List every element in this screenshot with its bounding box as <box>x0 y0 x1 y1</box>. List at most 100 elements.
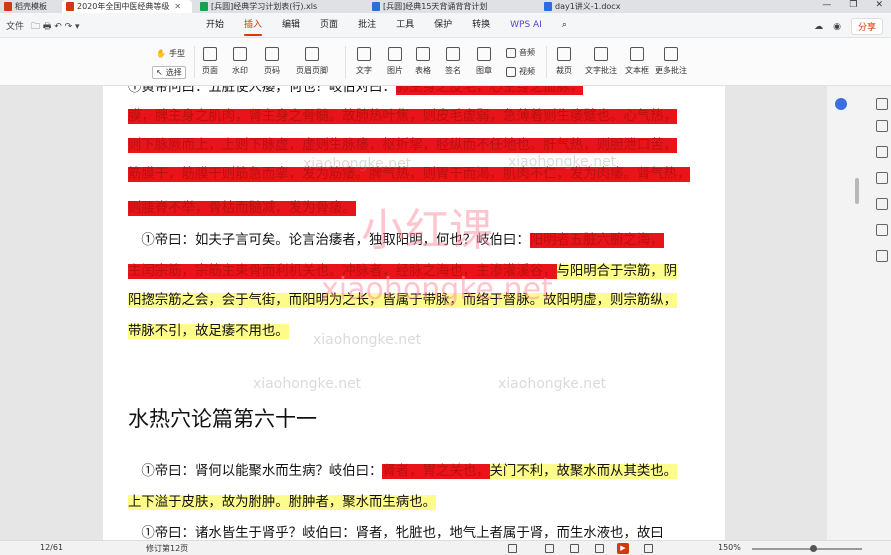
document-line[interactable]: 膜，脾主身之肌肉，肾主身之骨髓。故肺热叶焦，则皮毛虚弱，急薄着则生痿躄也。心气热… <box>128 106 708 128</box>
text-button[interactable]: 文字 <box>356 38 372 86</box>
red-highlight-text: 则下脉厥而上，上则下脉虚，虚则生脉痿，枢折挈，胫纵而不任地也。肝气热，则胆泄口苦… <box>128 138 678 153</box>
close-icon[interactable]: ✕ <box>174 1 181 12</box>
word-icon <box>544 2 552 11</box>
crop-page-button[interactable]: 裁页 <box>556 38 572 86</box>
video-button[interactable]: 视频 <box>506 66 535 77</box>
tab-0[interactable]: 稻壳模板 <box>0 0 58 13</box>
menu-insert[interactable]: 插入 <box>234 13 272 38</box>
assistant-icon[interactable] <box>835 98 847 110</box>
separator <box>194 46 195 78</box>
document-line[interactable]: 筋膜干，筋膜干则筋急而挛，发为筋痿。脾气热，则胃干而渴，肌肉不仁，发为肉痿。肾气… <box>128 164 708 186</box>
text-annotation-button[interactable]: 文字批注 <box>585 38 617 86</box>
image-button[interactable]: 图片 <box>387 38 403 86</box>
menu-edit[interactable]: 编辑 <box>272 13 310 38</box>
hand-tool[interactable]: ✋ 手型 <box>156 48 185 59</box>
menu-page[interactable]: 页面 <box>310 13 348 38</box>
page-button[interactable]: 页面 <box>202 38 218 86</box>
search-icon[interactable]: ⌕ <box>552 13 577 38</box>
textbox-button[interactable]: 文本框 <box>625 38 649 86</box>
table-button[interactable]: 表格 <box>415 38 431 86</box>
watermark-button[interactable]: 水印 <box>232 38 248 86</box>
yellow-highlight-text: 上下溢于皮肤，故为胕肿。胕肿者，聚水而生病也。 <box>128 495 436 510</box>
adjust-icon[interactable] <box>876 172 888 184</box>
document-line[interactable]: 主闰宗筋，宗筋主束骨而利机关也。冲脉者，经脉之海也，主渗灌溪谷，与阳明合于宗筋，… <box>128 261 708 283</box>
close-button[interactable]: ✕ <box>875 0 883 10</box>
layers-icon[interactable] <box>876 198 888 210</box>
spreadsheet-icon <box>200 2 208 11</box>
yellow-highlight-text: 与阳明合于宗筋，阴 <box>556 264 678 279</box>
menu-protect[interactable]: 保护 <box>424 13 462 38</box>
crop-label: 裁页 <box>556 66 572 75</box>
fullscreen-icon[interactable] <box>644 544 653 553</box>
document-page[interactable]: ①黄帝问曰：五脏使人痿，何也？岐伯对曰：肺主身之皮毛，心主身之血脉， 膜，脾主身之… <box>103 86 725 540</box>
document-line[interactable]: ①帝曰：诸水皆生于肾乎？岐伯曰：肾者，牝脏也，地气上者属于肾，而生水液也，故曰 <box>128 523 708 540</box>
tab-1[interactable]: 2020年全国中医经典等级 ✕ <box>62 0 192 13</box>
menu-wps-ai[interactable]: WPS AI <box>500 13 552 38</box>
audio-label: 音频 <box>519 48 535 57</box>
menu-annotate[interactable]: 批注 <box>348 13 386 38</box>
document-line[interactable]: ①帝曰：如夫子言可矣。论言治痿者，独取阳明，何也？岐伯曰：阳明者五脏六腑之海， <box>128 230 708 252</box>
single-page-icon[interactable] <box>545 544 554 553</box>
document-line[interactable]: 则腰脊不举，骨枯而髓减，发为骨痿。 <box>128 198 708 220</box>
document-line[interactable]: 阳揔宗筋之会，会于气街，而阳明为之长，皆属于带脉，而络于督脉。故阳明虚，则宗筋纵… <box>128 290 708 312</box>
file-menu[interactable]: 文件 <box>6 19 24 35</box>
menu-home[interactable]: 开始 <box>196 13 234 38</box>
revision-indicator: 修订第12页 <box>146 544 189 553</box>
menu-convert[interactable]: 转换 <box>462 13 500 38</box>
zoom-slider-handle[interactable] <box>809 545 817 552</box>
yellow-highlight-text: 阳揔宗筋之会，会于气街，而阳明为之长，皆属于带脉，而络于督脉。故阳明虚，则宗筋纵… <box>128 293 678 308</box>
document-line[interactable]: 则下脉厥而上，上则下脉虚，虚则生脉痿，枢折挈，胫纵而不任地也。肝气热，则胆泄口苦… <box>128 135 708 157</box>
pdf-icon <box>66 2 74 11</box>
tab-3[interactable]: [兵圆]经典15天背诵背背计划 <box>368 0 518 13</box>
document-line[interactable]: ①黄帝问曰：五脏使人痿，何也？岐伯对曰：肺主身之皮毛，心主身之血脉， <box>128 86 708 99</box>
red-highlight-text: 主闰宗筋，宗筋主束骨而利机关也。冲脉者，经脉之海也，主渗灌溪谷， <box>128 264 557 279</box>
plain-text: ①帝曰：如夫子言可矣。论言治痿者，独取阳明，何也？岐伯曰： <box>128 233 530 248</box>
text-label: 文字 <box>356 66 372 75</box>
avatar[interactable]: ◉ <box>833 22 841 32</box>
format-icon[interactable] <box>876 146 888 158</box>
stamp-button[interactable]: 图章 <box>476 38 492 86</box>
cursor-icon: ↖ <box>156 68 163 77</box>
page-indicator[interactable]: 12/61 <box>40 543 63 552</box>
zoom-slider[interactable] <box>752 548 862 550</box>
settings-icon[interactable] <box>876 98 888 110</box>
quick-access-icons[interactable]: 🗀 🖶 ↶ ↷ ▾ <box>31 19 80 35</box>
book-icon[interactable] <box>595 544 604 553</box>
share-button[interactable]: 分享 <box>850 18 883 35</box>
audio-button[interactable]: 音频 <box>506 47 535 58</box>
restore-button[interactable]: ❐ <box>849 0 857 10</box>
red-highlight-text: 肾者，胃之关也， <box>382 464 490 479</box>
stamp-label: 图章 <box>476 66 492 75</box>
select-tool[interactable]: ↖ 选择 <box>152 66 186 79</box>
page-number-button[interactable]: 页码 <box>264 38 280 86</box>
document-canvas[interactable]: ①黄帝问曰：五脏使人痿，何也？岐伯对曰：肺主身之皮毛，心主身之血脉， 膜，脾主身之… <box>0 86 827 540</box>
signature-button[interactable]: 签名 <box>445 38 461 86</box>
red-highlight-text: 膜，脾主身之肌肉，肾主身之骨髓。故肺热叶焦，则皮毛虚弱，急薄着则生痿躄也。心气热… <box>128 109 678 124</box>
outline-icon[interactable] <box>876 224 888 236</box>
search-icon[interactable] <box>876 120 888 132</box>
plain-text: ①帝曰：诸水皆生于肾乎？岐伯曰：肾者，牝脏也，地气上者属于肾，而生水液也，故曰 <box>128 526 664 540</box>
menu-bar: 文件 🗀 🖶 ↶ ↷ ▾ 开始 插入 编辑 页面 批注 工具 保护 转换 WPS… <box>0 13 891 38</box>
crop-icon[interactable] <box>876 250 888 262</box>
word-icon <box>372 2 380 11</box>
eye-icon[interactable] <box>508 544 517 553</box>
document-icon <box>4 2 12 11</box>
document-line[interactable]: ①帝曰：肾何以能聚水而生病？岐伯曰：肾者，胃之关也，关门不利，故聚水而从其类也。 <box>128 461 708 483</box>
window-controls: — ❐ ✕ <box>822 0 883 10</box>
menu-tools[interactable]: 工具 <box>386 13 424 38</box>
cloud-icon[interactable]: ☁ <box>814 22 823 32</box>
document-line[interactable]: 带脉不引，故足痿不用也。 <box>128 321 708 343</box>
vertical-scrollbar[interactable] <box>855 178 859 204</box>
double-page-icon[interactable] <box>570 544 579 553</box>
zoom-level[interactable]: 150% <box>718 543 741 552</box>
more-annotation-button[interactable]: 更多批注 <box>655 38 687 86</box>
red-highlight-text: 筋膜干，筋膜干则筋急而挛，发为筋痿。脾气热，则胃干而渴，肌肉不仁，发为肉痿。肾气… <box>128 167 691 182</box>
tab-2[interactable]: [兵圆]经典学习计划表(行).xls <box>196 0 346 13</box>
annotation-icon <box>594 47 608 61</box>
document-line[interactable]: 上下溢于皮肤，故为胕肿。胕肿者，聚水而生病也。 <box>128 492 708 514</box>
minimize-button[interactable]: — <box>822 0 831 10</box>
tab-4[interactable]: day1讲义-1.docx <box>540 0 650 13</box>
play-icon[interactable]: ▶ <box>617 543 629 554</box>
header-footer-button[interactable]: 页眉页脚 <box>296 38 328 86</box>
stamp-icon <box>477 47 491 61</box>
